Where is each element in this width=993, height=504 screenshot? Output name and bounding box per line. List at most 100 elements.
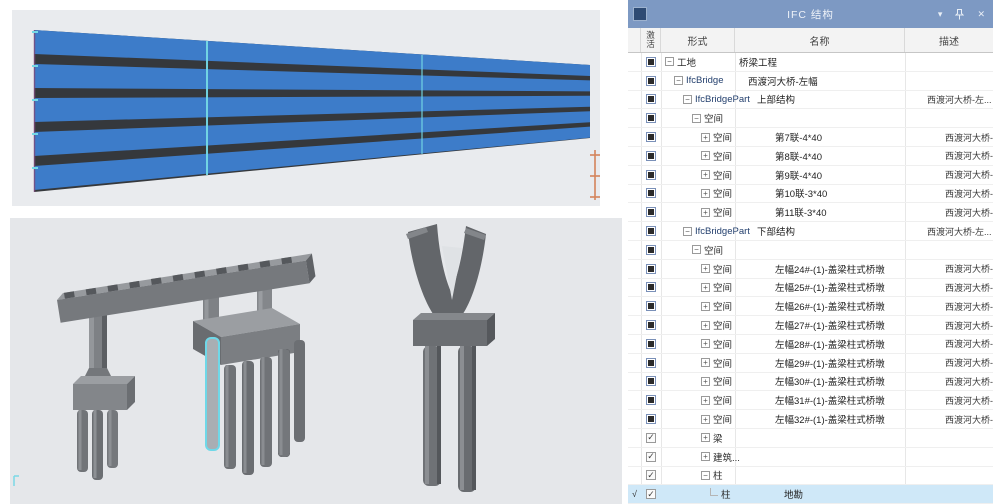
active-checkbox[interactable] bbox=[646, 282, 656, 292]
row-type-label: 工地 bbox=[677, 55, 696, 69]
ifc-structure-panel: IFC 结构 ▾ ✕ 激活 形式 名称 描述 − 工地 桥梁工程 bbox=[628, 0, 993, 504]
row-name-label: 左幅29#-(1)-盖梁柱式桥墩 bbox=[775, 356, 945, 370]
tree-expander-icon[interactable]: + bbox=[701, 133, 710, 142]
tree-expander-icon[interactable]: + bbox=[701, 302, 710, 311]
tree-row[interactable]: + 空间 左幅24#-(1)-盖梁柱式桥墩 西渡河大桥-左... bbox=[628, 260, 993, 279]
tree-row[interactable]: − IfcBridgePart 下部结构 西渡河大桥-左... bbox=[628, 222, 993, 241]
tree-expander-icon[interactable] bbox=[710, 488, 718, 496]
tree-expander-icon[interactable]: + bbox=[701, 415, 710, 424]
tree-expander-icon[interactable]: − bbox=[692, 114, 701, 123]
active-checkbox[interactable] bbox=[646, 452, 656, 462]
y-pier bbox=[406, 224, 495, 492]
column-header-desc[interactable]: 描述 bbox=[905, 28, 993, 52]
tree-expander-icon[interactable]: − bbox=[683, 95, 692, 104]
active-checkbox[interactable] bbox=[646, 470, 656, 480]
scale-marker bbox=[590, 150, 600, 200]
row-desc-label: 西渡河大桥-左... bbox=[945, 187, 993, 200]
active-checkbox[interactable] bbox=[646, 264, 656, 274]
dropdown-arrow-icon[interactable]: ▾ bbox=[938, 9, 943, 19]
tree-expander-icon[interactable]: + bbox=[701, 264, 710, 273]
active-checkbox[interactable] bbox=[646, 113, 656, 123]
tree-expander-icon[interactable]: + bbox=[701, 377, 710, 386]
selected-pile[interactable] bbox=[206, 338, 219, 450]
tree-expander-icon[interactable]: + bbox=[701, 321, 710, 330]
active-checkbox[interactable] bbox=[646, 226, 656, 236]
tree-row[interactable]: − 柱 bbox=[628, 467, 993, 486]
tree-row[interactable]: − 空间 bbox=[628, 241, 993, 260]
tree-expander-icon[interactable]: + bbox=[701, 358, 710, 367]
tree-expander-icon[interactable]: − bbox=[692, 245, 701, 254]
tree-row[interactable]: + 梁 bbox=[628, 429, 993, 448]
active-checkbox[interactable] bbox=[646, 188, 656, 198]
tree-row[interactable]: − 空间 bbox=[628, 109, 993, 128]
row-name-label: 第9联-4*40 bbox=[775, 168, 945, 182]
row-type-label: 梁 bbox=[713, 431, 723, 445]
column-header-name[interactable]: 名称 bbox=[735, 28, 905, 52]
tree-row[interactable]: + 空间 第10联-3*40 西渡河大桥-左... bbox=[628, 185, 993, 204]
active-checkbox[interactable] bbox=[646, 207, 656, 217]
tree-expander-icon[interactable]: + bbox=[701, 452, 710, 461]
column-header-type[interactable]: 形式 bbox=[661, 28, 735, 52]
tree-row[interactable]: + 空间 左幅29#-(1)-盖梁柱式桥墩 西渡河大桥-左... bbox=[628, 354, 993, 373]
active-checkbox[interactable] bbox=[646, 76, 656, 86]
row-desc-label: 西渡河大桥-左... bbox=[945, 206, 993, 219]
active-checkbox[interactable] bbox=[646, 301, 656, 311]
active-checkbox[interactable] bbox=[646, 414, 656, 424]
tree-row[interactable]: − IfcBridgePart 上部结构 西渡河大桥-左... bbox=[628, 91, 993, 110]
tree-expander-icon[interactable]: − bbox=[665, 57, 674, 66]
active-checkbox[interactable] bbox=[646, 132, 656, 142]
active-checkbox[interactable] bbox=[646, 151, 656, 161]
tree-expander-icon[interactable]: − bbox=[674, 76, 683, 85]
panel-titlebar[interactable]: IFC 结构 ▾ ✕ bbox=[628, 0, 993, 28]
tree-expander-icon[interactable]: + bbox=[701, 170, 710, 179]
tree-expander-icon[interactable]: + bbox=[701, 208, 710, 217]
tree-expander-icon[interactable]: − bbox=[683, 227, 692, 236]
tree-row[interactable]: + 空间 左幅30#-(1)-盖梁柱式桥墩 西渡河大桥-左... bbox=[628, 373, 993, 392]
tree-expander-icon[interactable]: + bbox=[701, 189, 710, 198]
active-checkbox[interactable] bbox=[646, 245, 656, 255]
row-desc-label: 西渡河大桥-左... bbox=[945, 413, 993, 426]
row-desc-label: 西渡河大桥-左... bbox=[945, 394, 993, 407]
tree-row[interactable]: + 空间 左幅25#-(1)-盖梁柱式桥墩 西渡河大桥-左... bbox=[628, 279, 993, 298]
pile-cap-left bbox=[73, 376, 135, 410]
tree-row[interactable]: + 建筑... bbox=[628, 448, 993, 467]
active-checkbox[interactable] bbox=[646, 170, 656, 180]
row-type-label: 空间 bbox=[713, 130, 732, 144]
active-checkbox[interactable] bbox=[646, 57, 656, 67]
tree-row[interactable]: + 空间 第11联-3*40 西渡河大桥-左... bbox=[628, 203, 993, 222]
tree-row[interactable]: + 空间 第8联-4*40 西渡河大桥-左... bbox=[628, 147, 993, 166]
active-checkbox[interactable] bbox=[646, 489, 656, 499]
tree-row[interactable]: + 空间 第7联-4*40 西渡河大桥-左... bbox=[628, 128, 993, 147]
row-name-label: 左幅24#-(1)-盖梁柱式桥墩 bbox=[775, 262, 945, 276]
girder-viewport[interactable] bbox=[12, 10, 600, 206]
tree-row[interactable]: + 空间 左幅28#-(1)-盖梁柱式桥墩 西渡河大桥-左... bbox=[628, 335, 993, 354]
pier-viewport[interactable] bbox=[10, 218, 622, 504]
tree-row[interactable]: + 空间 左幅31#-(1)-盖梁柱式桥墩 西渡河大桥-左... bbox=[628, 391, 993, 410]
tree-expander-icon[interactable]: − bbox=[701, 471, 710, 480]
close-icon[interactable]: ✕ bbox=[977, 9, 985, 19]
tree-expander-icon[interactable]: + bbox=[701, 339, 710, 348]
tree-row[interactable]: − 工地 桥梁工程 bbox=[628, 53, 993, 72]
active-checkbox[interactable] bbox=[646, 339, 656, 349]
tree-expander-icon[interactable]: + bbox=[701, 151, 710, 160]
tree-row[interactable]: + 空间 第9联-4*40 西渡河大桥-左... bbox=[628, 166, 993, 185]
active-checkbox[interactable] bbox=[646, 395, 656, 405]
tree-expander-icon[interactable]: + bbox=[701, 283, 710, 292]
row-type-label: 空间 bbox=[713, 412, 732, 426]
active-checkbox[interactable] bbox=[646, 94, 656, 104]
tree-row[interactable]: + 空间 左幅27#-(1)-盖梁柱式桥墩 西渡河大桥-左... bbox=[628, 316, 993, 335]
pin-icon[interactable] bbox=[955, 9, 964, 20]
active-checkbox[interactable] bbox=[646, 433, 656, 443]
tree-expander-icon[interactable]: + bbox=[701, 433, 710, 442]
active-checkbox[interactable] bbox=[646, 358, 656, 368]
tree-expander-icon[interactable]: + bbox=[701, 396, 710, 405]
tree-row[interactable]: + 空间 左幅32#-(1)-盖梁柱式桥墩 西渡河大桥-左... bbox=[628, 410, 993, 429]
row-name-label: 左幅26#-(1)-盖梁柱式桥墩 bbox=[775, 299, 945, 313]
tree-row[interactable]: + 空间 左幅26#-(1)-盖梁柱式桥墩 西渡河大桥-左... bbox=[628, 297, 993, 316]
row-name-label: 第7联-4*40 bbox=[775, 130, 945, 144]
tree-row[interactable]: − IfcBridge 西渡河大桥-左幅 bbox=[628, 72, 993, 91]
tree-row[interactable]: √ 柱 地勘 bbox=[628, 485, 993, 504]
active-checkbox[interactable] bbox=[646, 320, 656, 330]
row-name-label: 桥梁工程 bbox=[739, 55, 909, 69]
active-checkbox[interactable] bbox=[646, 376, 656, 386]
